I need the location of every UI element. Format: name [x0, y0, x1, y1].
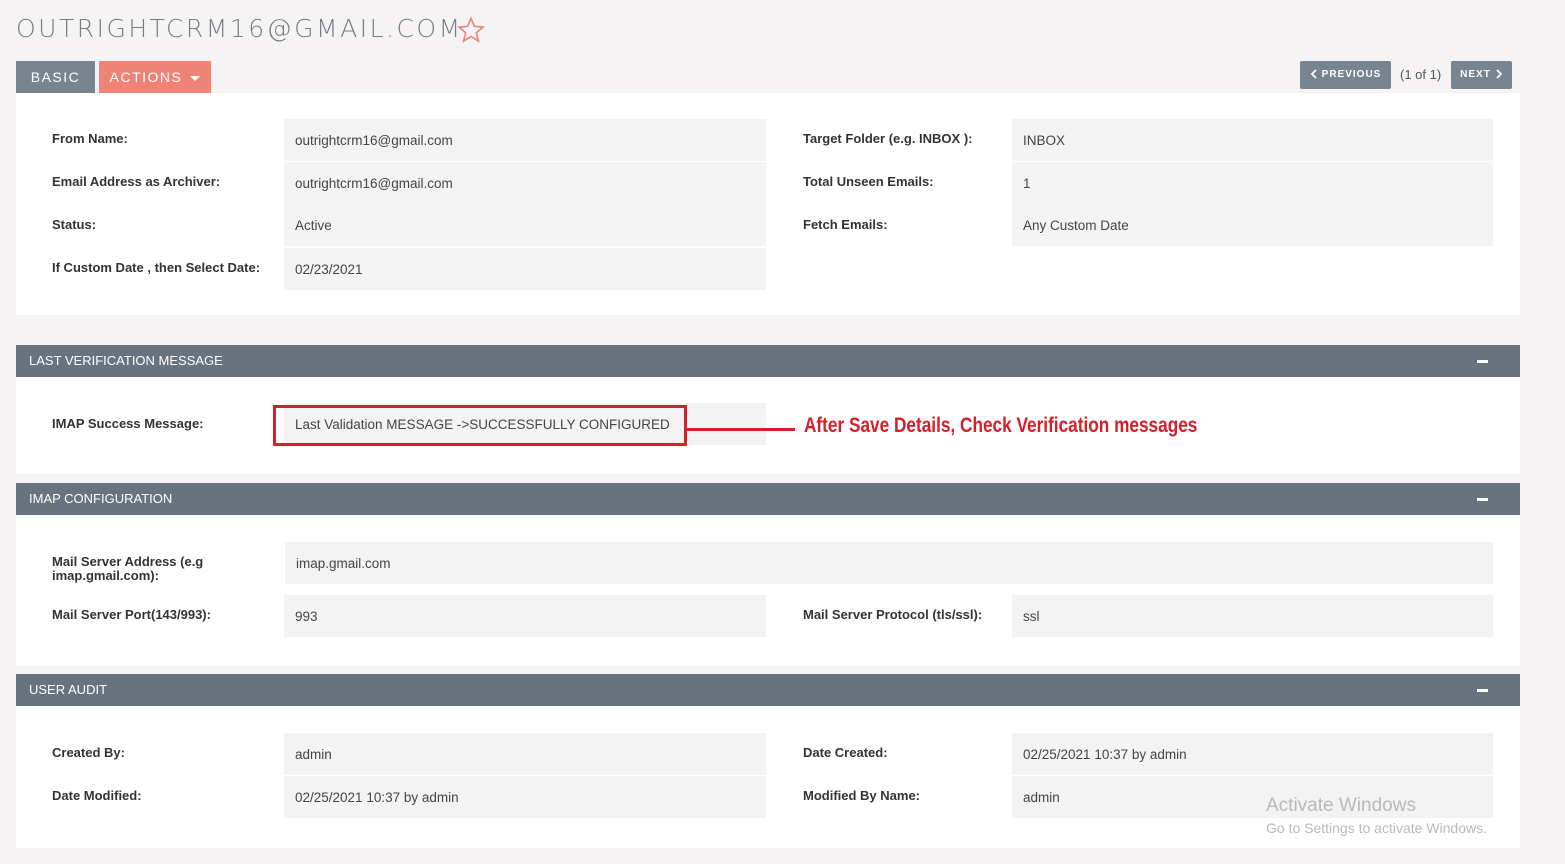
chevron-left-icon: [1310, 69, 1317, 79]
server-protocol-label: Mail Server Protocol (tls/ssl):: [803, 607, 983, 622]
custom-date-label: If Custom Date , then Select Date:: [52, 260, 261, 275]
imap-success-label: IMAP Success Message:: [52, 416, 204, 431]
modified-by-value: admin: [1012, 776, 1493, 818]
created-by-label: Created By:: [52, 745, 125, 760]
modified-by-label: Modified By Name:: [803, 788, 921, 803]
user-audit-header[interactable]: USER AUDIT: [16, 674, 1520, 706]
record-count: (1 of 1): [1400, 67, 1442, 82]
date-created-label: Date Created:: [803, 745, 888, 760]
previous-button[interactable]: PREVIOUS: [1300, 61, 1391, 89]
target-folder-label: Target Folder (e.g. INBOX ):: [803, 131, 973, 146]
tab-basic[interactable]: BASIC: [16, 61, 95, 93]
date-modified-value: 02/25/2021 10:37 by admin: [284, 776, 766, 818]
next-button[interactable]: NEXT: [1451, 61, 1512, 89]
minus-icon[interactable]: [1477, 689, 1488, 692]
annotation-line: [687, 428, 795, 431]
next-label: NEXT: [1460, 69, 1491, 80]
annotation-text: After Save Details, Check Verification m…: [804, 414, 1198, 437]
tab-actions[interactable]: ACTIONS: [99, 61, 211, 93]
server-address-value: imap.gmail.com: [285, 542, 1493, 584]
verification-panel: [16, 377, 1520, 474]
activation-watermark-subtitle: Go to Settings to activate Windows.: [1266, 820, 1487, 836]
unseen-value: 1: [1012, 162, 1493, 204]
unseen-label: Total Unseen Emails:: [803, 174, 934, 189]
page-title: OUTRIGHTCRM16@GMAIL.COM: [16, 14, 463, 43]
tab-actions-label: ACTIONS: [109, 69, 183, 85]
from-name-label: From Name:: [52, 131, 128, 146]
archiver-value: outrightcrm16@gmail.com: [284, 162, 766, 204]
verification-title: LAST VERIFICATION MESSAGE: [29, 353, 223, 368]
caret-down-icon: [190, 75, 201, 81]
imap-config-panel: [16, 515, 1520, 666]
server-address-label: Mail Server Address (e.g imap.gmail.com)…: [52, 554, 204, 583]
date-modified-label: Date Modified:: [52, 788, 142, 803]
previous-label: PREVIOUS: [1321, 69, 1382, 80]
custom-date-value: 02/23/2021: [284, 248, 766, 290]
date-created-value: 02/25/2021 10:37 by admin: [1012, 733, 1493, 775]
status-label: Status:: [52, 217, 97, 232]
server-protocol-value: ssl: [1012, 595, 1493, 637]
imap-config-header[interactable]: IMAP CONFIGURATION: [16, 483, 1520, 515]
star-outline-icon[interactable]: [457, 16, 485, 44]
minus-icon[interactable]: [1477, 360, 1488, 363]
user-audit-title: USER AUDIT: [29, 682, 108, 697]
archiver-label: Email Address as Archiver:: [52, 174, 221, 189]
chevron-right-icon: [1496, 69, 1503, 79]
verification-header[interactable]: LAST VERIFICATION MESSAGE: [16, 345, 1520, 377]
server-port-label: Mail Server Port(143/993):: [52, 607, 211, 622]
status-value: Active: [284, 204, 766, 246]
tab-basic-label: BASIC: [30, 69, 81, 85]
minus-icon[interactable]: [1477, 498, 1488, 501]
server-port-value: 993: [284, 595, 766, 637]
fetch-value: Any Custom Date: [1012, 204, 1493, 246]
activation-watermark-title: Activate Windows: [1266, 795, 1416, 816]
highlight-box: [273, 405, 687, 446]
target-folder-value: INBOX: [1012, 119, 1493, 161]
created-by-value: admin: [284, 733, 766, 775]
from-name-value: outrightcrm16@gmail.com: [284, 119, 766, 161]
fetch-label: Fetch Emails:: [803, 217, 888, 232]
imap-config-title: IMAP CONFIGURATION: [29, 491, 173, 506]
